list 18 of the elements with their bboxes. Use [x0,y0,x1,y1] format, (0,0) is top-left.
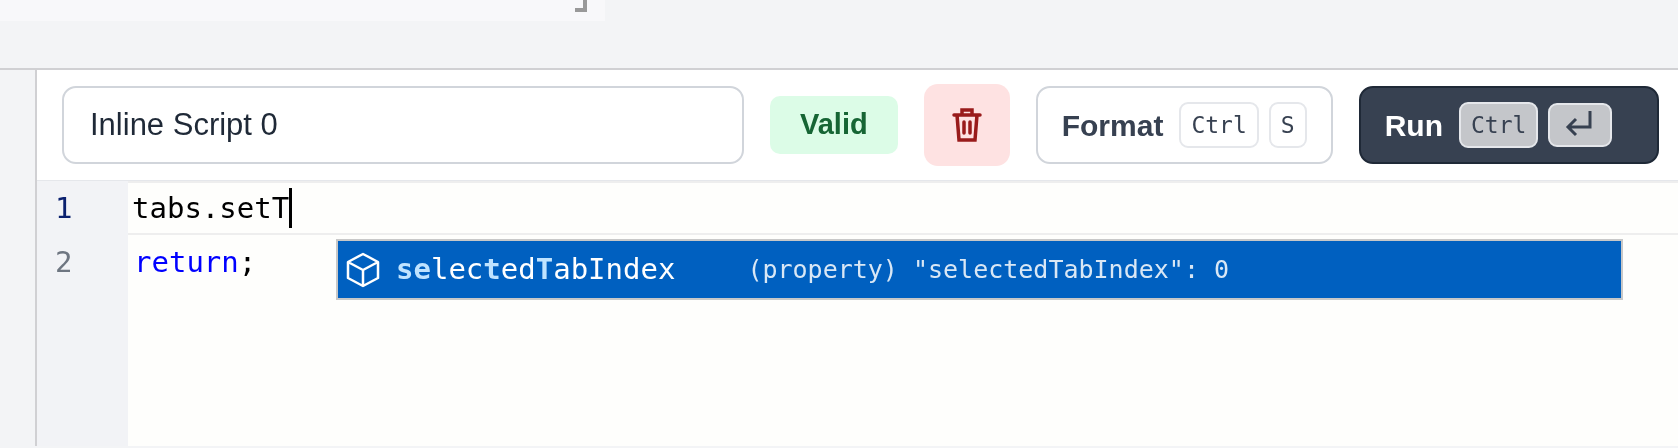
delete-button[interactable] [923,84,1010,166]
resize-handle-icon[interactable] [575,0,587,12]
key-hint: Ctrl [1179,101,1259,149]
format-button[interactable]: Format Ctrl S [1035,86,1333,164]
run-button[interactable]: Run Ctrl [1358,86,1659,164]
enter-key-icon [1548,103,1613,147]
text-cursor [289,188,293,228]
script-name-field[interactable]: Inline Script 0 [62,86,744,164]
code-line: tabs.setT [132,190,290,227]
code-line: return; [134,244,257,281]
key-hint: S [1268,101,1307,149]
cube-icon [344,250,382,289]
line-number: 2 [54,244,74,281]
suggestion-item[interactable]: selectedTabIndex (property) "selectedTabIndex": 0 [338,241,1621,298]
trash-icon [951,107,982,143]
line-number: 1 [54,190,74,227]
status-badge: Valid [770,96,898,154]
key-hint: Ctrl [1458,101,1539,149]
